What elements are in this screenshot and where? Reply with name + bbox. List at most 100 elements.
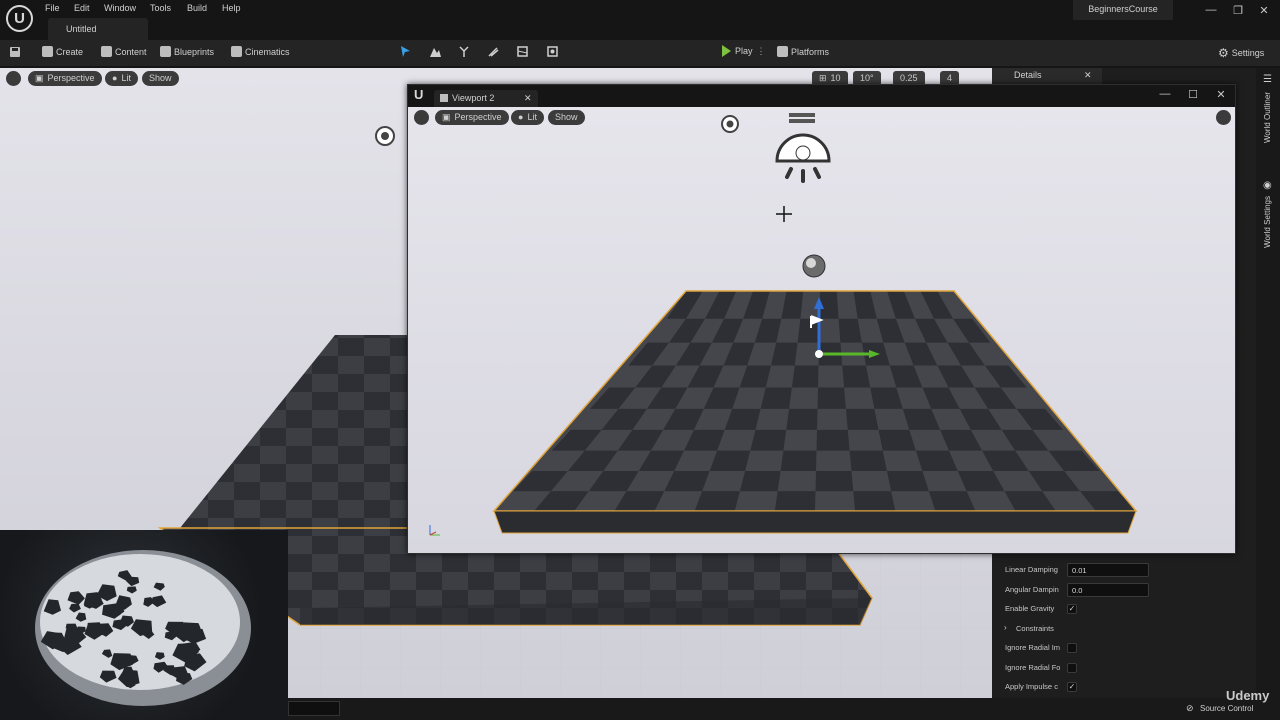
menu-bar: U File Edit Window Tools Build Help Unti… [0,0,1280,40]
menu-window[interactable]: Window [104,3,136,13]
vp2-perspective-button[interactable]: ▣ Perspective [435,110,509,125]
details-tab[interactable]: Details ✕ [992,68,1102,84]
voronoi-sculpture-illustration [35,550,251,706]
axis-indicator [429,525,440,536]
unreal-logo-icon[interactable]: U [6,5,33,32]
world-settings-tab[interactable]: World Settings [1263,196,1272,248]
menu-help[interactable]: Help [222,3,241,13]
blueprints-button[interactable]: Blueprints [160,46,214,57]
course-thumbnail-image [0,530,288,720]
checker-tile [878,429,916,451]
vp2-layout-icon[interactable] [1216,110,1231,125]
property-checkbox[interactable] [1067,643,1077,653]
minimize-button[interactable]: — [1202,4,1220,16]
property-row: Apply Impulse c ✓ [992,678,1242,697]
property-checkbox[interactable]: ✓ [1067,682,1077,692]
vp2-minimize-button[interactable]: — [1156,88,1174,100]
vp2-maximize-button[interactable]: ☐ [1184,88,1202,101]
lit-button[interactable]: ● Lit [105,71,138,86]
vp2-show-button[interactable]: Show [548,110,585,125]
checker-tile [786,408,818,430]
save-icon[interactable] [9,46,22,59]
perspective-button[interactable]: ▣ Perspective [28,71,102,86]
crosshair-icon [776,206,792,222]
create-icon [42,46,53,57]
property-label: Ignore Radial Fo [1005,662,1061,672]
platforms-label: Platforms [791,46,830,57]
side-panel-strip: ☰ World Outliner ◉ World Settings [1256,68,1280,698]
play-button[interactable]: Play ⋮ [722,45,766,57]
property-value-field[interactable]: 0.01 [1067,563,1149,577]
property-checkbox[interactable] [1067,662,1077,673]
viewport-tab-icon [440,94,448,102]
main-toolbar: Create Content Blueprints Cinematics Pla… [0,40,1280,66]
landscape-mode-icon[interactable] [429,45,442,58]
menu-file[interactable]: File [45,3,60,13]
mesh-paint-mode-icon[interactable] [487,45,500,58]
property-label: Constraints [1016,623,1054,633]
perspective-label: Perspective [47,73,95,83]
property-row: Linear Damping 0.01 [992,561,1242,580]
source-control-button[interactable]: Source Control [1200,704,1253,713]
property-checkbox[interactable]: ✓ [1067,604,1077,614]
console-input[interactable] [288,701,340,716]
play-options-icon[interactable]: ⋮ [757,46,766,57]
vp2-close-button[interactable]: ✕ [1212,88,1230,101]
sphere-reflection-icon[interactable] [802,254,826,278]
cinematics-clapper-icon [231,46,242,57]
checker-tile [774,491,816,511]
checker-tile [760,387,792,409]
property-row: › Constraints [992,620,1242,639]
sky-light-icon[interactable] [775,113,831,183]
content-button[interactable]: Content [101,46,147,57]
vp2-show-label: Show [555,112,578,122]
tab-untitled-level[interactable]: Untitled [48,18,148,40]
modeling-mode-icon[interactable] [546,45,559,58]
show-button[interactable]: Show [142,71,179,86]
menu-build[interactable]: Build [187,3,207,13]
checker-tile [816,429,850,451]
property-row: Ignore Radial Fo [992,659,1242,678]
viewport-2-window[interactable]: U Viewport 2 ✕ — ☐ ✕ ▣ Perspective ● Lit… [407,84,1236,554]
checker-tile [780,450,817,471]
chevron-right-icon[interactable]: › [1004,623,1007,632]
globe-icon: ◉ [1263,180,1272,191]
property-label: Apply Impulse c [1005,682,1058,691]
create-button[interactable]: Create [42,46,83,57]
vp2-menu-button[interactable] [414,110,429,125]
menu-edit[interactable]: Edit [74,3,90,13]
checker-tile [817,387,846,409]
checker-tile [845,408,879,430]
property-value-field[interactable]: 0.0 [1067,582,1149,597]
directional-light-icon[interactable] [721,115,739,133]
world-outliner-tab[interactable]: World Outliner [1263,92,1272,143]
vp2-perspective-icon: ▣ [442,112,451,122]
checker-tile [694,491,740,511]
cinematics-button[interactable]: Cinematics [231,46,290,57]
viewport-2-titlebar[interactable]: U Viewport 2 ✕ — ☐ ✕ [408,85,1235,107]
perspective-cube-icon: ▣ [35,73,44,83]
viewport-menu-button[interactable] [6,71,21,86]
vp2-lit-button[interactable]: ● Lit [511,110,544,125]
fracture-mode-icon[interactable] [516,45,529,58]
maximize-button[interactable]: ❐ [1229,4,1247,17]
checker-tile [819,291,839,319]
viewport-2-tab-close-icon[interactable]: ✕ [524,93,532,104]
content-label: Content [115,46,147,57]
details-close-icon[interactable]: ✕ [1084,70,1092,81]
lit-label: Lit [121,73,131,83]
platforms-button[interactable]: Platforms [777,46,829,57]
close-button[interactable]: ✕ [1255,4,1273,17]
menu-tools[interactable]: Tools [150,3,171,13]
foliage-mode-icon[interactable] [458,45,471,58]
source-control-icon[interactable]: ⊘ [1186,703,1194,714]
viewport-2-canvas[interactable]: ▣ Perspective ● Lit Show [408,107,1235,553]
property-label: Angular Dampin [1005,584,1059,594]
gear-icon: ⚙ [1218,46,1229,60]
directional-light-icon[interactable] [375,126,395,146]
tab-viewport-2[interactable]: Viewport 2 ✕ [434,90,538,107]
outliner-list-icon[interactable]: ☰ [1263,74,1272,85]
udemy-watermark: Udemy [1226,688,1270,703]
select-mode-icon[interactable] [399,45,412,58]
settings-button[interactable]: ⚙ Settings [1218,46,1264,60]
